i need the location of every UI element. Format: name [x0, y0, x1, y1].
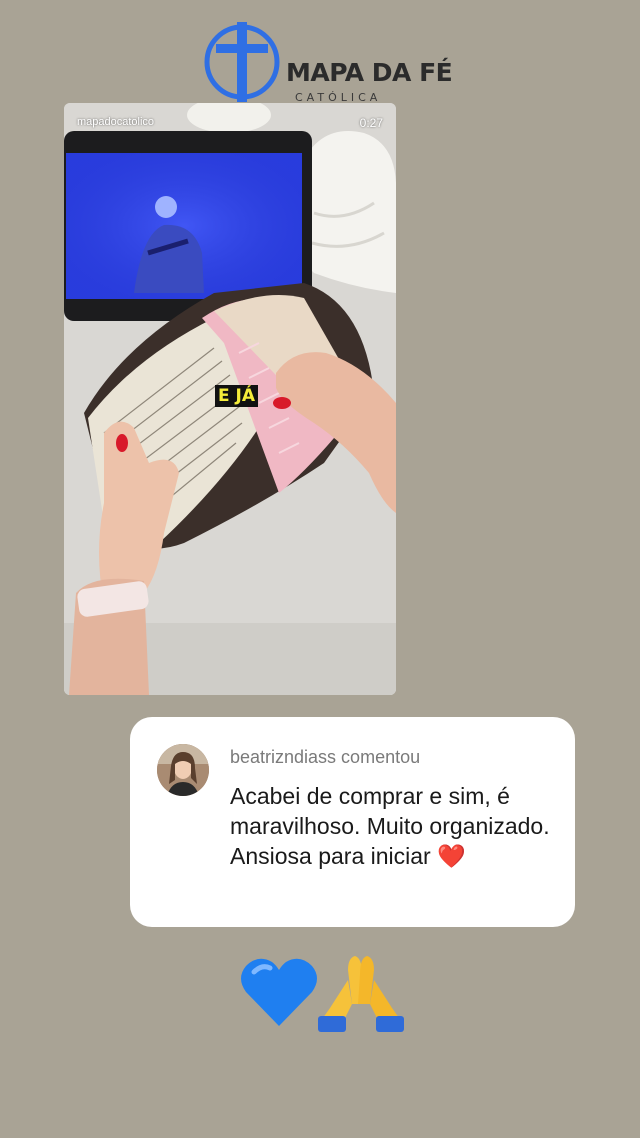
comment-text: Acabei de comprar e sim, é maravilhoso. … — [230, 783, 550, 869]
video-timestamp: 0:27 — [359, 116, 383, 130]
brand-logo: MAPA DA FÉ CATÓLICA — [202, 20, 453, 104]
cross-circle-icon — [204, 22, 280, 102]
comment-card[interactable]: beatrizndiass comentou Acabei de comprar… — [130, 717, 575, 927]
red-heart-emoji: ❤️ — [437, 843, 466, 869]
brand-title: MAPA DA FÉ — [286, 58, 453, 87]
avatar[interactable] — [157, 744, 209, 796]
praying-hands-emoji — [318, 956, 404, 1032]
video-caption: E JÁ — [215, 385, 259, 407]
video-username[interactable]: mapadocatolico — [77, 116, 154, 128]
comment-text-block: Acabei de comprar e sim, é maravilhoso. … — [230, 781, 560, 871]
reaction-emojis — [241, 956, 404, 1032]
comment-author-line: beatrizndiass comentou — [230, 747, 421, 767]
avatar-image — [157, 744, 209, 796]
video-post[interactable]: mapadocatolico 0:27 E JÁ — [64, 103, 396, 695]
blue-heart-emoji — [241, 958, 317, 1026]
